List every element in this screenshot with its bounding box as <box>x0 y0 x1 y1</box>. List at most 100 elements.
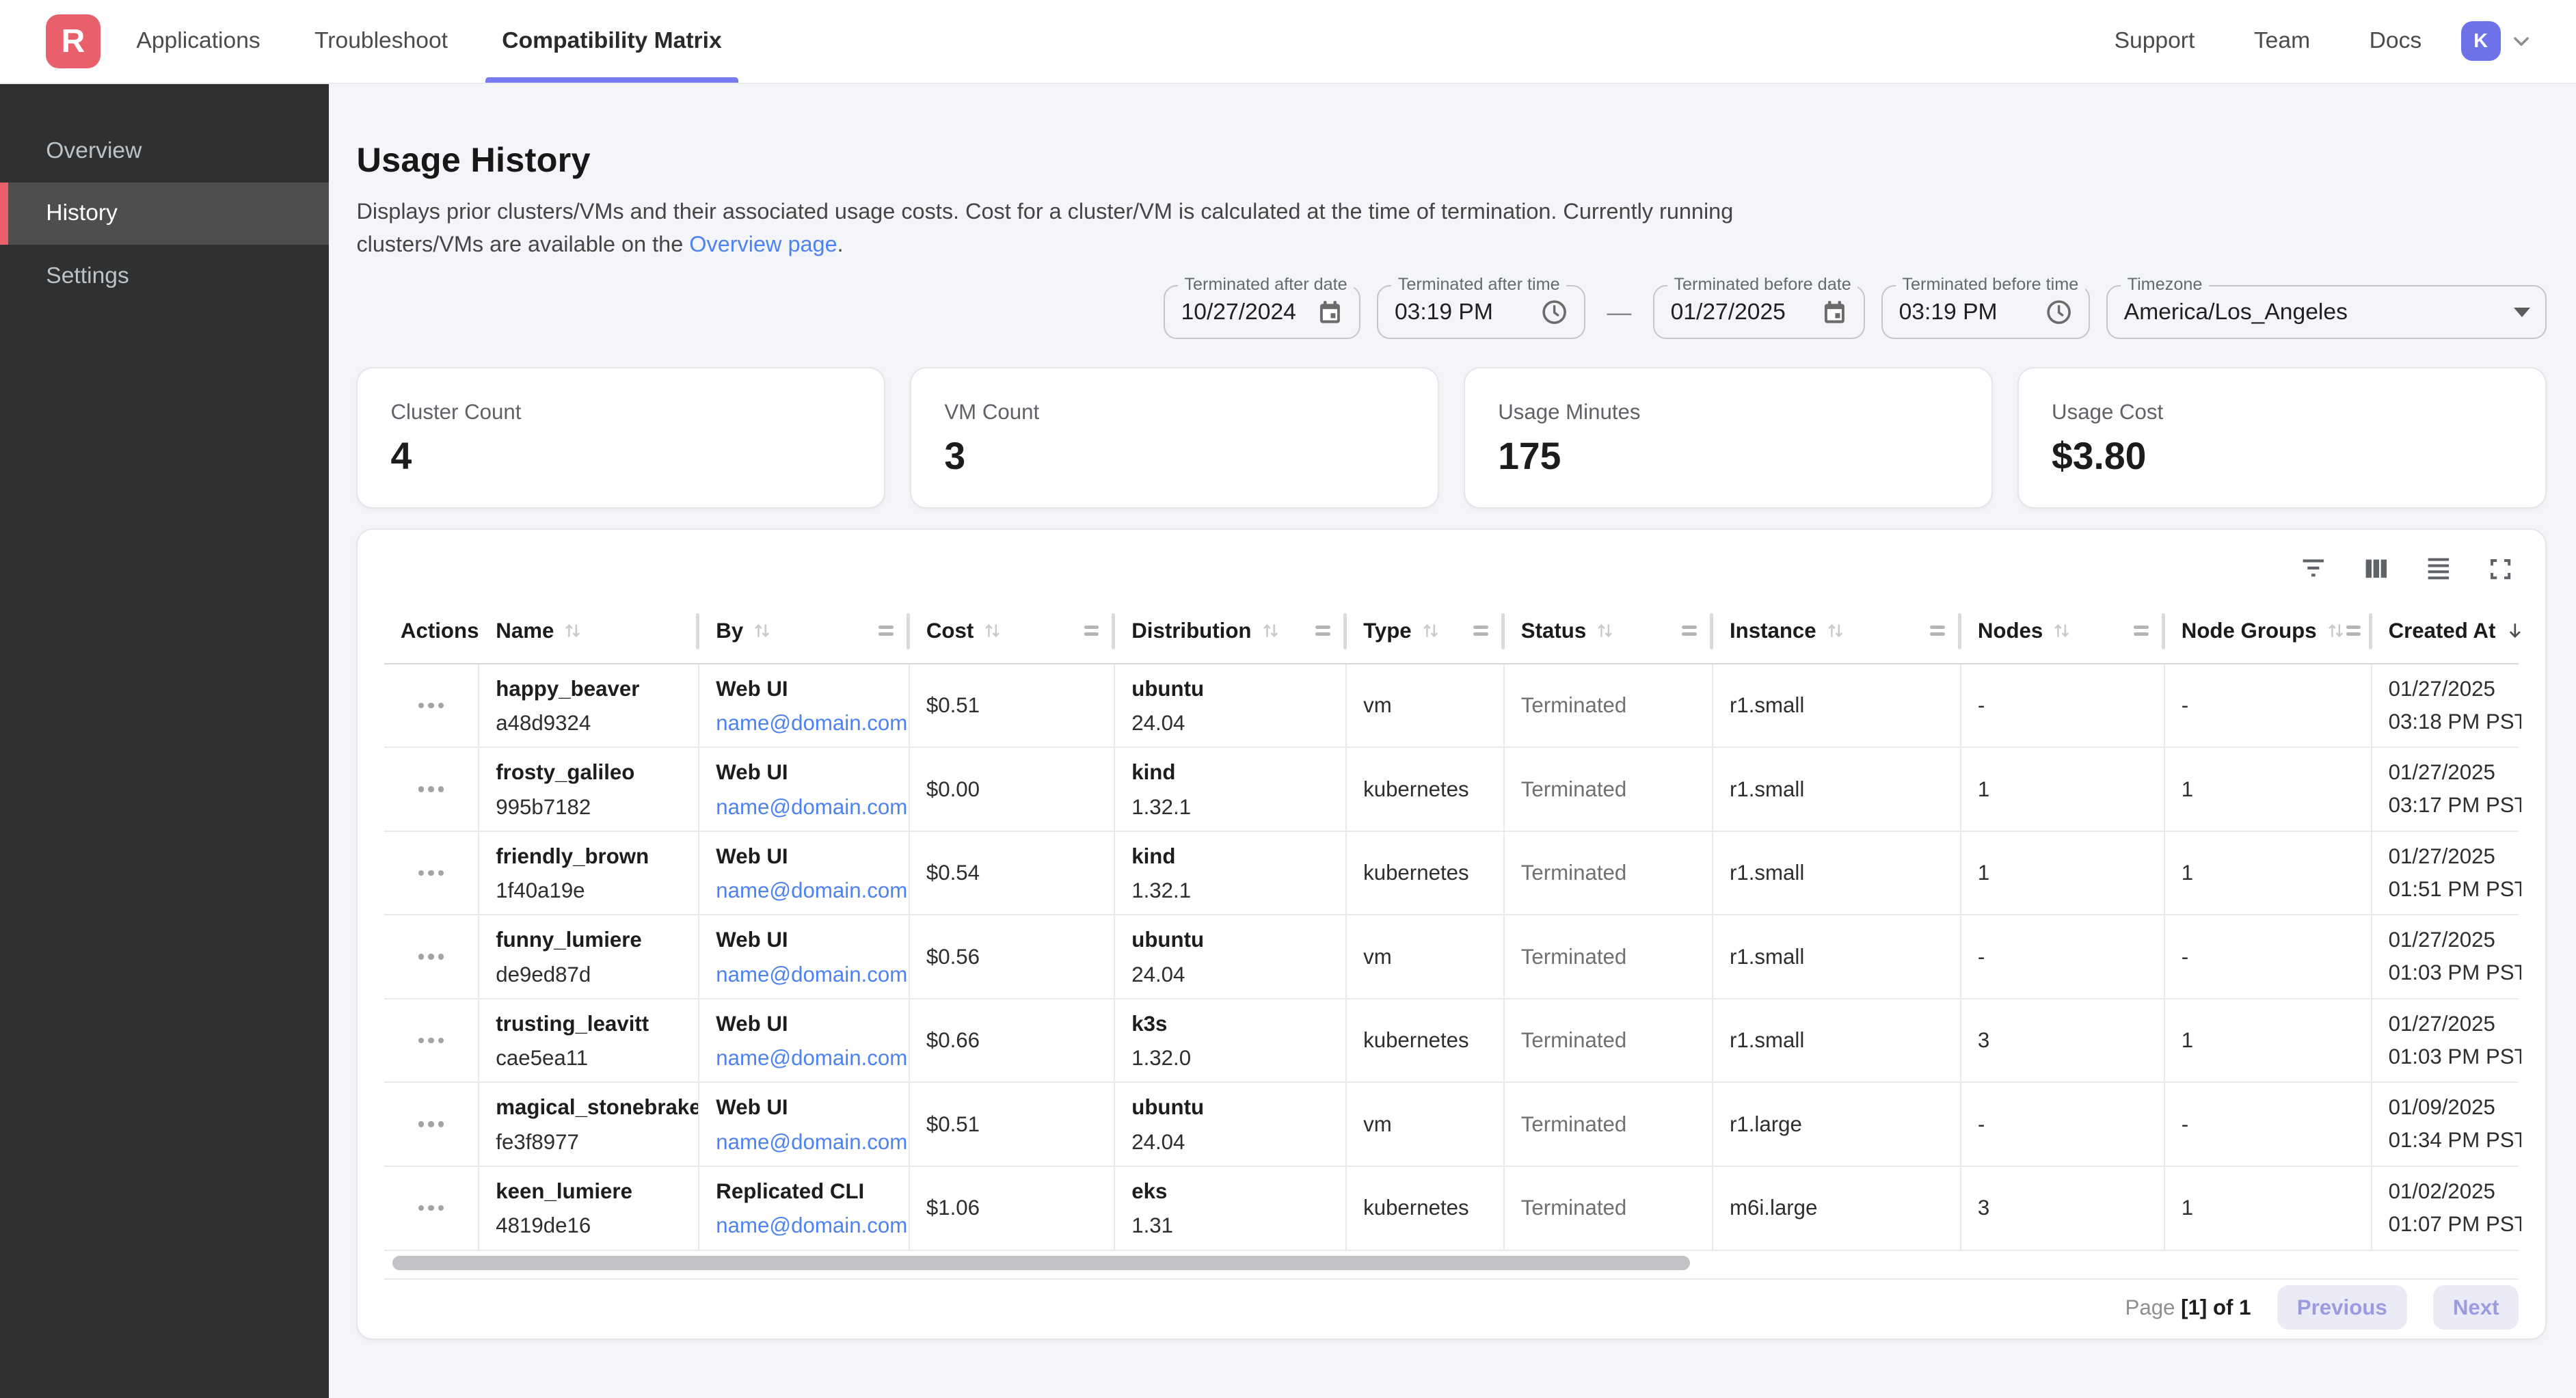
table-header-row: Actions Name By <box>384 599 2519 664</box>
field-label: Terminated after time <box>1391 275 1566 295</box>
nav-item-compatibility-matrix[interactable]: Compatibility Matrix <box>485 0 738 83</box>
sort-icon[interactable] <box>562 620 583 641</box>
ellipsis-icon[interactable] <box>418 1121 444 1127</box>
column-menu-icon[interactable] <box>1473 626 1488 635</box>
terminated-before-time-field[interactable]: Terminated before time 03:19 PM <box>1881 285 2090 339</box>
sort-icon[interactable] <box>1420 620 1441 641</box>
status-badge: Terminated <box>1521 945 1627 969</box>
sort-icon[interactable] <box>982 620 1003 641</box>
instance-type: r1.small <box>1730 693 1804 718</box>
nav-item-docs[interactable]: Docs <box>2370 28 2422 54</box>
column-menu-icon[interactable] <box>2346 626 2361 635</box>
column-header-node-groups[interactable]: Node Groups <box>2165 599 2372 663</box>
sort-icon[interactable] <box>1825 620 1846 641</box>
columns-icon[interactable] <box>2358 551 2394 587</box>
row-actions-button[interactable] <box>384 999 479 1082</box>
column-menu-icon[interactable] <box>2134 626 2149 635</box>
cell-type: kubernetes <box>1347 832 1505 915</box>
fullscreen-icon[interactable] <box>2483 551 2519 587</box>
grid-toolbar <box>384 530 2519 599</box>
density-icon[interactable] <box>2420 551 2456 587</box>
column-menu-icon[interactable] <box>878 626 894 635</box>
created-by-email-link[interactable]: name@domain.com <box>716 1042 898 1075</box>
sort-icon[interactable] <box>1594 620 1615 641</box>
created-time: 03:18 PM PST <box>2389 705 2512 738</box>
next-page-button[interactable]: Next <box>2433 1285 2519 1330</box>
overview-page-link[interactable]: Overview page <box>689 232 837 256</box>
ellipsis-icon[interactable] <box>418 954 444 959</box>
clock-icon[interactable] <box>2031 297 2074 327</box>
column-header-name[interactable]: Name <box>479 599 699 663</box>
column-header-type[interactable]: Type <box>1347 599 1505 663</box>
ellipsis-icon[interactable] <box>418 870 444 876</box>
nav-item-troubleshoot[interactable]: Troubleshoot <box>298 0 464 83</box>
sort-icon[interactable] <box>2051 620 2072 641</box>
created-by-email-link[interactable]: name@domain.com <box>716 958 898 991</box>
sort-icon[interactable] <box>1260 620 1281 641</box>
row-actions-button[interactable] <box>384 1083 479 1166</box>
column-header-nodes[interactable]: Nodes <box>1961 599 2165 663</box>
ellipsis-icon[interactable] <box>418 1205 444 1211</box>
horizontal-scrollbar-thumb[interactable] <box>392 1256 1690 1271</box>
replicated-logo[interactable]: R <box>46 14 100 68</box>
stat-label: VM Count <box>944 400 1405 425</box>
row-actions-button[interactable] <box>384 664 479 747</box>
row-actions-button[interactable] <box>384 832 479 915</box>
cost-value: $0.56 <box>926 945 980 969</box>
sort-icon[interactable] <box>751 620 773 641</box>
avatar[interactable]: K <box>2461 21 2501 61</box>
terminated-before-date-field[interactable]: Terminated before date 01/27/2025 <box>1653 285 1865 339</box>
row-actions-button[interactable] <box>384 1167 479 1250</box>
column-header-distribution[interactable]: Distribution <box>1115 599 1347 663</box>
column-header-created-at[interactable]: Created At <box>2372 599 2522 663</box>
calendar-icon[interactable] <box>1303 298 1344 326</box>
nav-item-support[interactable]: Support <box>2115 28 2195 54</box>
ellipsis-icon[interactable] <box>418 786 444 792</box>
filter-icon[interactable] <box>2296 551 2332 587</box>
column-menu-icon[interactable] <box>1084 626 1099 635</box>
cell-nodes: - <box>1961 915 2165 998</box>
nav-item-team[interactable]: Team <box>2254 28 2310 54</box>
distribution-name: k3s <box>1131 1008 1335 1040</box>
account-menu[interactable]: K <box>2461 21 2534 61</box>
row-actions-button[interactable] <box>384 915 479 998</box>
created-by-email-link[interactable]: name@domain.com <box>716 874 898 907</box>
created-by-email-link[interactable]: name@domain.com <box>716 1209 898 1242</box>
field-label: Terminated after date <box>1178 275 1354 295</box>
created-time: 01:51 PM PST <box>2389 873 2512 906</box>
column-header-cost[interactable]: Cost <box>910 599 1115 663</box>
column-header-status[interactable]: Status <box>1505 599 1713 663</box>
column-header-by[interactable]: By <box>699 599 910 663</box>
created-by-email-link[interactable]: name@domain.com <box>716 791 898 824</box>
column-menu-icon[interactable] <box>1315 626 1330 635</box>
chevron-down-icon[interactable] <box>2509 29 2534 53</box>
created-date: 01/27/2025 <box>2389 924 2512 956</box>
table-row: trusting_leavitt cae5ea11 Web UI name@do… <box>384 999 2519 1084</box>
cell-created-at: 01/27/2025 01:51 PM PST <box>2372 832 2522 915</box>
sidebar-item-overview[interactable]: Overview <box>0 120 329 182</box>
column-header-instance[interactable]: Instance <box>1713 599 1961 663</box>
terminated-after-date-field[interactable]: Terminated after date 10/27/2024 <box>1164 285 1360 339</box>
dropdown-caret-icon[interactable] <box>2501 308 2530 317</box>
table-row: friendly_brown 1f40a19e Web UI name@doma… <box>384 832 2519 916</box>
status-badge: Terminated <box>1521 861 1627 885</box>
row-actions-button[interactable] <box>384 748 479 831</box>
ellipsis-icon[interactable] <box>418 703 444 708</box>
created-by-email-link[interactable]: name@domain.com <box>716 1126 898 1159</box>
sort-icon[interactable] <box>2325 620 2346 641</box>
distribution-version: 1.32.1 <box>1131 874 1335 907</box>
sort-desc-icon[interactable] <box>2504 619 2527 643</box>
terminated-after-time-field[interactable]: Terminated after time 03:19 PM <box>1377 285 1585 339</box>
sidebar-item-settings[interactable]: Settings <box>0 245 329 307</box>
ellipsis-icon[interactable] <box>418 1038 444 1043</box>
column-menu-icon[interactable] <box>1930 626 1945 635</box>
clock-icon[interactable] <box>1527 297 1569 327</box>
timezone-select[interactable]: Timezone America/Los_Angeles <box>2106 285 2547 339</box>
created-by-email-link[interactable]: name@domain.com <box>716 707 898 740</box>
column-menu-icon[interactable] <box>1682 626 1697 635</box>
previous-page-button[interactable]: Previous <box>2277 1285 2407 1330</box>
nav-item-applications[interactable]: Applications <box>120 0 276 83</box>
cell-by: Web UI name@domain.com <box>699 748 910 831</box>
calendar-icon[interactable] <box>1808 298 1849 326</box>
sidebar-item-history[interactable]: History <box>0 183 329 245</box>
